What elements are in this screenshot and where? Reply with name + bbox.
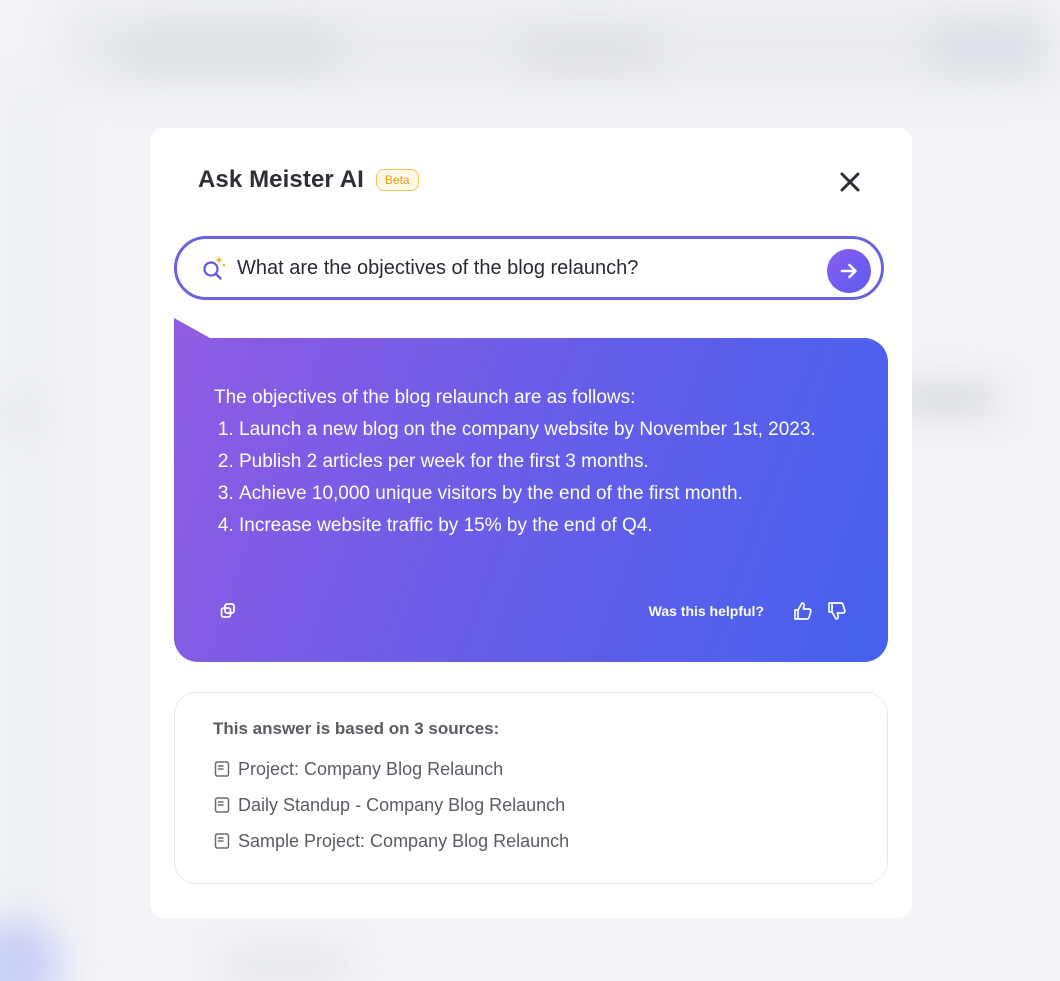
sparkle-search-icon (203, 256, 226, 280)
sources-heading: This answer is based on 3 sources: (213, 719, 500, 738)
question-input[interactable] (237, 256, 797, 280)
bubble-tail (174, 318, 210, 338)
document-icon (214, 797, 230, 813)
bg-block (930, 25, 1040, 70)
thumbs-down-icon[interactable] (826, 600, 848, 622)
feedback-label: Was this helpful? (648, 603, 764, 619)
ask-ai-search-box (174, 236, 884, 300)
beta-badge: Beta (375, 169, 419, 191)
source-title: Sample Project: Company Blog Relaunch (238, 830, 570, 851)
answer-list-item: Achieve 10,000 unique visitors by the en… (239, 478, 848, 510)
answer-text: The objectives of the blog relaunch are … (214, 382, 848, 542)
ask-ai-dialog: Ask Meister AI Beta The objectives of th… (150, 128, 912, 918)
answer-list-item: Publish 2 articles per week for the firs… (239, 446, 848, 478)
source-link[interactable]: Project: Company Blog Relaunch (213, 751, 849, 787)
bg-block (0, 400, 40, 430)
source-title: Daily Standup - Company Blog Relaunch (238, 794, 566, 815)
close-button[interactable] (836, 168, 864, 196)
answer-footer: Was this helpful? (218, 600, 848, 622)
document-icon (214, 833, 230, 849)
bg-sidebar (0, 80, 60, 981)
answer-list: Launch a new blog on the company website… (214, 414, 848, 542)
dialog-title: Ask Meister AI (198, 166, 364, 193)
document-icon (214, 761, 230, 777)
bg-block (520, 30, 660, 70)
dialog-header: Ask Meister AI Beta (198, 166, 419, 194)
copy-icon[interactable] (218, 601, 238, 621)
answer-intro: The objectives of the blog relaunch are … (214, 387, 636, 408)
arrow-right-icon (840, 263, 857, 279)
answer-sources-panel: This answer is based on 3 sources: Proje… (174, 692, 888, 884)
source-title: Project: Company Blog Relaunch (238, 758, 504, 779)
source-link[interactable]: Daily Standup - Company Blog Relaunch (213, 787, 849, 823)
source-link[interactable]: Sample Project: Company Blog Relaunch (213, 823, 849, 859)
ai-answer-bubble: The objectives of the blog relaunch are … (174, 318, 888, 662)
bg-block (120, 30, 340, 70)
bg-block (220, 950, 350, 980)
thumbs-up-icon[interactable] (792, 600, 814, 622)
submit-question-button[interactable] (827, 249, 871, 293)
answer-list-item: Launch a new blog on the company website… (239, 414, 848, 446)
answer-list-item: Increase website traffic by 15% by the e… (239, 510, 848, 542)
close-icon (840, 172, 860, 192)
